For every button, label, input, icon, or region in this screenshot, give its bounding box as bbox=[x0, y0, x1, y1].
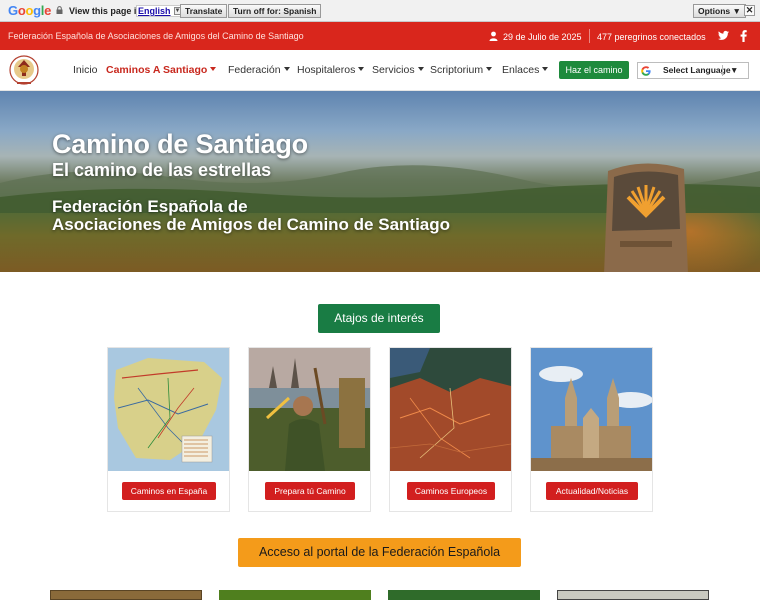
federation-logo[interactable] bbox=[8, 55, 40, 87]
nav-item-label: Enlaces bbox=[502, 64, 540, 76]
bottom-banner-3[interactable] bbox=[388, 590, 540, 600]
cathedral-image[interactable] bbox=[531, 348, 652, 471]
caret-down-icon bbox=[542, 67, 549, 71]
top-info-bar: Federación Española de Asociaciones de A… bbox=[0, 22, 760, 50]
close-icon[interactable]: ✕ bbox=[744, 5, 755, 16]
online-count: 477 peregrinos conectados bbox=[597, 32, 706, 42]
language-value: English bbox=[138, 6, 171, 16]
hero-banner: Camino de Santiago El camino de las estr… bbox=[0, 91, 760, 272]
federation-name: Federación Española de Asociaciones de A… bbox=[8, 31, 304, 41]
shortcut-card-caminos-espana[interactable]: Caminos en España bbox=[107, 347, 230, 512]
nav-item-servicios[interactable]: Servicios bbox=[372, 64, 424, 76]
pilgrim-image[interactable] bbox=[249, 348, 370, 471]
hero-title: Camino de Santiago bbox=[52, 129, 308, 159]
main-nav: Inicio Caminos A Santiago Federación Hos… bbox=[0, 50, 760, 91]
caret-down-icon bbox=[283, 67, 290, 71]
shortcut-card-actualidad[interactable]: Actualidad/Noticias bbox=[530, 347, 653, 512]
user-icon bbox=[489, 31, 498, 41]
options-button[interactable]: Options ▼ bbox=[693, 4, 746, 18]
shortcut-card-prepara[interactable]: Prepara tú Camino bbox=[248, 347, 371, 512]
select-language-dropdown[interactable]: Select Language ▼ bbox=[637, 62, 749, 79]
nav-item-label: Scriptorium bbox=[430, 64, 484, 76]
nav-item-inicio[interactable]: Inicio bbox=[73, 64, 98, 76]
bottom-banner-1[interactable] bbox=[50, 590, 202, 600]
shortcut-card-europeos[interactable]: Caminos Europeos bbox=[389, 347, 512, 512]
chevron-down-icon: ▼ bbox=[730, 65, 739, 75]
nav-item-label: Hospitaleros bbox=[297, 64, 356, 76]
turn-off-button[interactable]: Turn off for: Spanish bbox=[228, 4, 322, 18]
google-g-icon bbox=[641, 66, 651, 76]
caminos-europeos-button[interactable]: Caminos Europeos bbox=[407, 482, 495, 500]
europe-map-image[interactable] bbox=[390, 348, 511, 471]
nav-item-enlaces[interactable]: Enlaces bbox=[502, 64, 549, 76]
caret-down-icon bbox=[210, 67, 217, 71]
caret-down-icon bbox=[358, 67, 365, 71]
prepara-camino-button[interactable]: Prepara tú Camino bbox=[265, 482, 355, 500]
nav-item-label: Servicios bbox=[372, 64, 415, 76]
view-page-label: View this page in: bbox=[69, 6, 145, 16]
current-date: 29 de Julio de 2025 bbox=[503, 32, 582, 42]
bottom-banner-4[interactable] bbox=[557, 590, 709, 600]
twitter-icon[interactable] bbox=[718, 30, 729, 41]
translate-button[interactable]: Translate bbox=[180, 4, 228, 18]
caret-down-icon bbox=[417, 67, 424, 71]
caret-down-icon bbox=[486, 67, 493, 71]
nav-item-label: Federación bbox=[228, 64, 281, 76]
caminos-espana-button[interactable]: Caminos en España bbox=[122, 482, 216, 500]
translate-bar: Google View this page in: English ▼ Trans… bbox=[0, 0, 760, 22]
hero-org-line-1: Federación Española de bbox=[52, 197, 248, 216]
language-select[interactable]: English ▼ bbox=[136, 5, 184, 17]
nav-item-federacion[interactable]: Federación bbox=[228, 64, 290, 76]
nav-item-scriptorium[interactable]: Scriptorium bbox=[430, 64, 493, 76]
bottom-banner-2[interactable] bbox=[219, 590, 371, 600]
nav-item-label: Caminos A Santiago bbox=[106, 64, 208, 76]
actualidad-button[interactable]: Actualidad/Noticias bbox=[546, 482, 638, 500]
atajos-heading: Atajos de interés bbox=[318, 304, 440, 333]
hero-subtitle: El camino de las estrellas bbox=[52, 160, 272, 180]
divider bbox=[722, 65, 723, 76]
google-logo: Google bbox=[8, 3, 52, 18]
spain-map-image[interactable] bbox=[108, 348, 229, 471]
nav-item-caminos[interactable]: Caminos A Santiago bbox=[106, 64, 217, 76]
facebook-icon[interactable] bbox=[740, 30, 747, 42]
lock-icon bbox=[56, 6, 63, 14]
hero-org-name: Federación Española de Asociaciones de A… bbox=[52, 198, 450, 234]
portal-federacion-button[interactable]: Acceso al portal de la Federación Españo… bbox=[238, 538, 521, 567]
camino-marker-stone bbox=[604, 163, 688, 272]
nav-item-hospitaleros[interactable]: Hospitaleros bbox=[297, 64, 365, 76]
select-language-label: Select Language bbox=[663, 65, 731, 75]
haz-el-camino-button[interactable]: Haz el camino bbox=[559, 61, 629, 79]
hero-org-line-2: Asociaciones de Amigos del Camino de San… bbox=[52, 215, 451, 234]
divider bbox=[589, 29, 590, 43]
